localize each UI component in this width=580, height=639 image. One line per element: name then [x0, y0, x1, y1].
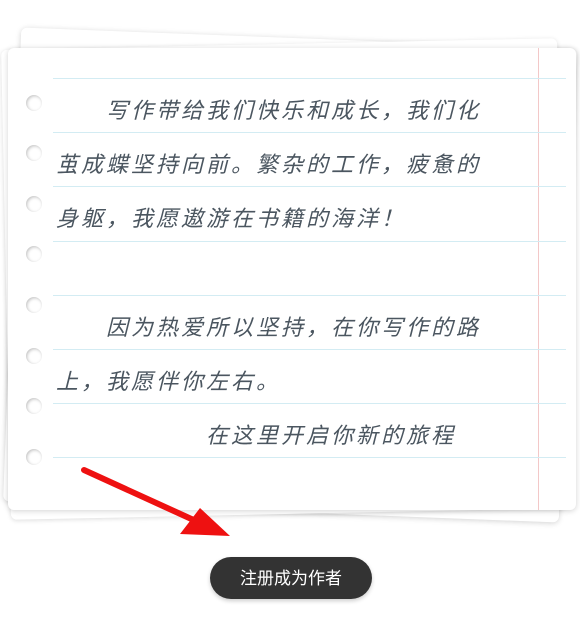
binder-hole — [26, 95, 42, 111]
binder-hole — [26, 348, 42, 364]
rule-line — [53, 349, 566, 350]
paper-text-line: 在这里开启你新的旅程 — [56, 424, 457, 449]
binder-hole — [26, 145, 42, 161]
paper-text-line: 上，我愿伴你左右。 — [56, 370, 282, 395]
binder-hole — [26, 449, 42, 465]
binder-hole — [26, 196, 42, 212]
rule-line — [53, 295, 566, 296]
paper-text-line: 写作带给我们快乐和成长，我们化 — [56, 99, 482, 124]
paper-text-line: 身躯，我愿遨游在书籍的海洋！ — [56, 207, 407, 232]
rule-line — [53, 78, 566, 79]
binder-hole — [26, 398, 42, 414]
notebook-paper: 写作带给我们快乐和成长，我们化 茧成蝶坚持向前。繁杂的工作，疲惫的 身躯，我愿遨… — [8, 48, 576, 510]
binder-hole — [26, 297, 42, 313]
rule-line — [53, 403, 566, 404]
binder-hole — [26, 246, 42, 262]
red-arrow-icon — [81, 467, 230, 536]
paper-text-line: 因为热爱所以坚持，在你写作的路 — [56, 316, 482, 341]
rule-line — [53, 132, 566, 133]
margin-line — [538, 48, 539, 510]
paper-text-line: 茧成蝶坚持向前。繁杂的工作，疲惫的 — [56, 153, 482, 178]
rule-line — [53, 457, 566, 458]
register-as-author-button[interactable]: 注册成为作者 — [210, 557, 372, 599]
rule-line — [53, 241, 566, 242]
rule-line — [53, 186, 566, 187]
stage: 写作带给我们快乐和成长，我们化 茧成蝶坚持向前。繁杂的工作，疲惫的 身躯，我愿遨… — [0, 0, 580, 639]
